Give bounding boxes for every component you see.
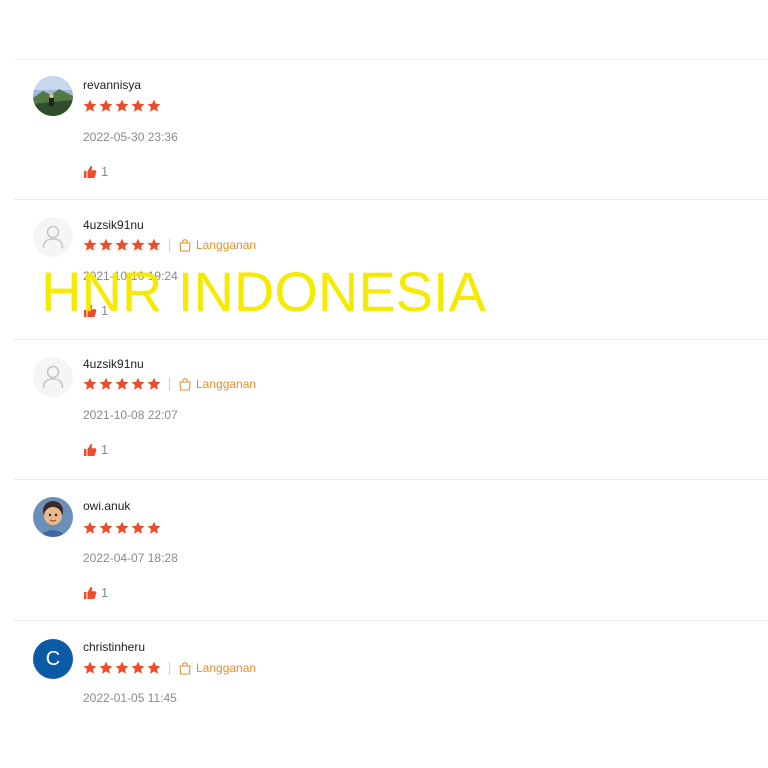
- star-icon: [115, 521, 129, 534]
- like-count: 1: [101, 303, 109, 318]
- username[interactable]: revannisya: [83, 78, 141, 92]
- review-item: C christinheru Langganan 2022-01-05 11:4…: [14, 622, 768, 762]
- landscape-photo-avatar-icon: [33, 76, 73, 116]
- badge-label: Langganan: [196, 377, 257, 391]
- avatar[interactable]: [33, 497, 73, 537]
- star-icon: [147, 521, 161, 534]
- username[interactable]: 4uzsik91nu: [83, 357, 144, 371]
- star-icon: [147, 238, 161, 251]
- review-date: 2022-01-05 11:45: [83, 691, 177, 705]
- star-icon: [115, 99, 129, 112]
- review-item: 4uzsik91nu Langganan 2021-10-10 19:24 1: [14, 200, 768, 340]
- star-icon: [83, 661, 97, 674]
- separator: [169, 661, 170, 675]
- star-rating: [83, 99, 161, 113]
- thumbs-up-icon: [84, 443, 97, 456]
- star-icon: [115, 238, 129, 251]
- separator: [169, 377, 170, 391]
- like-button[interactable]: 1: [83, 585, 108, 600]
- star-icon: [99, 238, 113, 251]
- subscriber-badge: Langganan: [179, 377, 256, 391]
- star-icon: [131, 661, 145, 674]
- like-count: 1: [101, 164, 109, 179]
- review-date: 2022-04-07 18:28: [83, 551, 178, 565]
- star-rating: [83, 238, 161, 252]
- like-count: 1: [101, 585, 109, 600]
- rating-row: [83, 98, 161, 114]
- review-date: 2022-05-30 23:36: [83, 130, 178, 144]
- review-item: 4uzsik91nu Langganan 2021-10-08 22:07 1: [14, 340, 768, 480]
- user-silhouette-icon: [42, 225, 64, 249]
- star-icon: [131, 99, 145, 112]
- avatar[interactable]: C: [33, 639, 73, 679]
- rating-row: Langganan: [83, 237, 256, 253]
- subscriber-badge: Langganan: [179, 661, 256, 675]
- star-icon: [83, 377, 97, 390]
- star-icon: [131, 521, 145, 534]
- star-rating: [83, 661, 161, 675]
- avatar[interactable]: [33, 76, 73, 116]
- star-icon: [131, 377, 145, 390]
- username[interactable]: 4uzsik91nu: [83, 218, 144, 232]
- star-icon: [99, 99, 113, 112]
- star-icon: [83, 99, 97, 112]
- review-date: 2021-10-08 22:07: [83, 408, 178, 422]
- child-photo-avatar-icon: [33, 497, 73, 537]
- avatar[interactable]: [33, 217, 73, 257]
- star-icon: [147, 99, 161, 112]
- username[interactable]: christinheru: [83, 640, 145, 654]
- subscriber-badge: Langganan: [179, 238, 256, 252]
- star-rating: [83, 521, 161, 535]
- star-rating: [83, 377, 161, 391]
- star-icon: [99, 521, 113, 534]
- star-icon: [115, 377, 129, 390]
- rating-row: [83, 520, 161, 536]
- rating-row: Langganan: [83, 660, 256, 676]
- review-divider: [14, 479, 768, 480]
- shopping-bag-icon: [179, 661, 191, 675]
- thumbs-up-icon: [84, 165, 97, 178]
- user-silhouette-icon: [42, 365, 64, 389]
- username[interactable]: owi.anuk: [83, 499, 130, 513]
- like-count: 1: [101, 442, 109, 457]
- thumbs-up-icon: [84, 304, 97, 317]
- avatar[interactable]: [33, 357, 73, 397]
- thumbs-up-icon: [84, 586, 97, 599]
- star-icon: [147, 377, 161, 390]
- star-icon: [83, 521, 97, 534]
- separator: [169, 238, 170, 252]
- review-divider: [14, 620, 768, 621]
- star-icon: [83, 238, 97, 251]
- review-item: owi.anuk 2022-04-07 18:28 1: [14, 481, 768, 621]
- star-icon: [115, 661, 129, 674]
- badge-label: Langganan: [196, 238, 257, 252]
- star-icon: [131, 238, 145, 251]
- badge-label: Langganan: [196, 661, 257, 675]
- rating-row: Langganan: [83, 376, 256, 392]
- star-icon: [147, 661, 161, 674]
- like-button[interactable]: 1: [83, 442, 108, 457]
- like-button[interactable]: 1: [83, 164, 108, 179]
- shopping-bag-icon: [179, 377, 191, 391]
- review-item: revannisya 2022-05-30 23:36 1: [14, 60, 768, 200]
- review-date: 2021-10-10 19:24: [83, 269, 178, 283]
- star-icon: [99, 661, 113, 674]
- star-icon: [99, 377, 113, 390]
- like-button[interactable]: 1: [83, 303, 108, 318]
- avatar-letter: C: [45, 647, 61, 670]
- shopping-bag-icon: [179, 238, 191, 252]
